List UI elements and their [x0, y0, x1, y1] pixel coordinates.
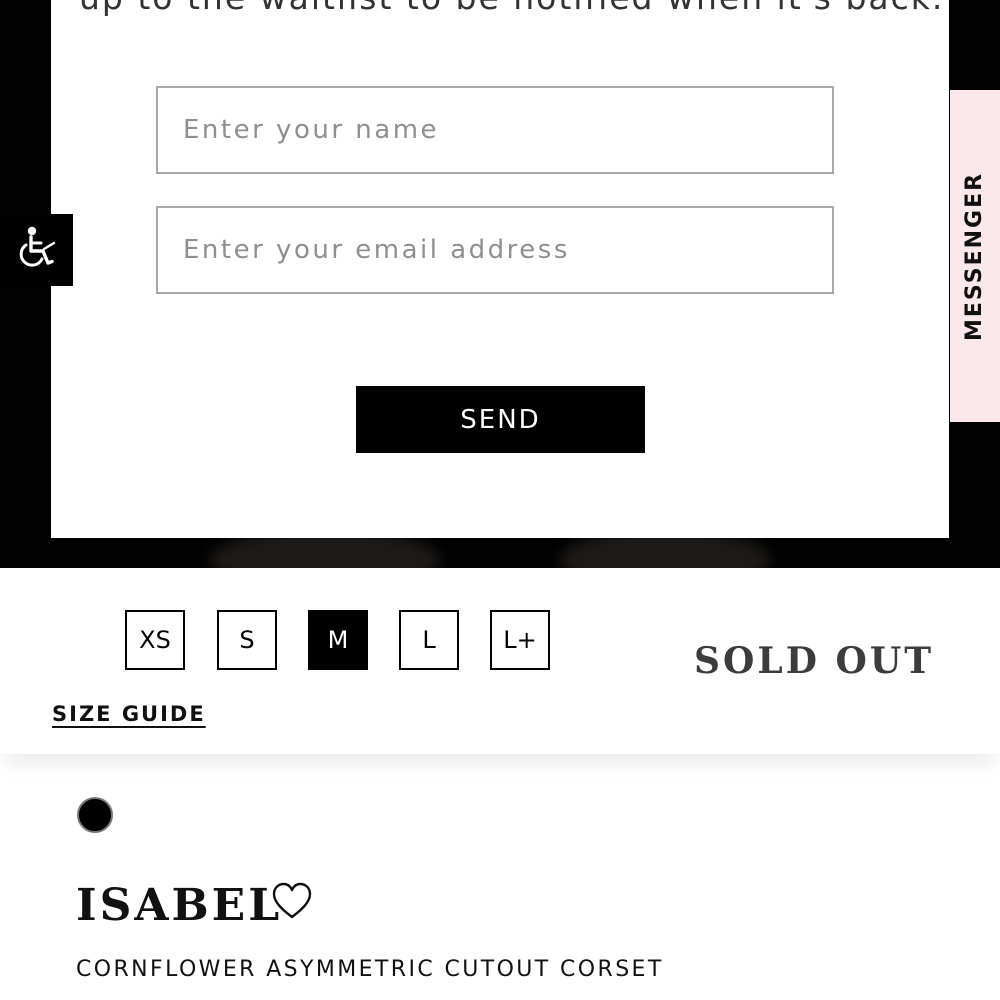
size-option-m[interactable]: M — [308, 610, 368, 670]
email-input[interactable] — [156, 206, 834, 294]
product-info: ISABEL CORNFLOWER ASYMMETRIC CUTOUT CORS… — [0, 754, 1000, 1000]
product-subtitle: CORNFLOWER ASYMMETRIC CUTOUT CORSET — [76, 957, 664, 982]
name-input[interactable] — [156, 86, 834, 174]
size-selector: XS S M L L+ SOLD OUT SIZE GUIDE — [0, 568, 1000, 754]
size-guide-link[interactable]: SIZE GUIDE — [52, 702, 206, 726]
size-option-xs[interactable]: XS — [125, 610, 185, 670]
accessibility-button[interactable] — [0, 214, 73, 286]
size-option-l[interactable]: L — [399, 610, 459, 670]
messenger-label: MESSENGER — [962, 171, 988, 341]
size-option-l-plus[interactable]: L+ — [490, 610, 550, 670]
heart-outline-icon[interactable] — [272, 882, 312, 922]
sold-out-status: SOLD OUT — [694, 640, 934, 682]
waitlist-message: up to the waitlist to be notified when i… — [79, 0, 944, 18]
color-swatch-black[interactable] — [77, 797, 113, 833]
wheelchair-icon — [14, 225, 60, 276]
product-name: ISABEL — [76, 880, 283, 931]
messenger-tab[interactable]: MESSENGER — [950, 90, 1000, 422]
waitlist-modal: up to the waitlist to be notified when i… — [51, 0, 949, 538]
send-button[interactable]: SEND — [356, 386, 645, 453]
size-option-s[interactable]: S — [217, 610, 277, 670]
